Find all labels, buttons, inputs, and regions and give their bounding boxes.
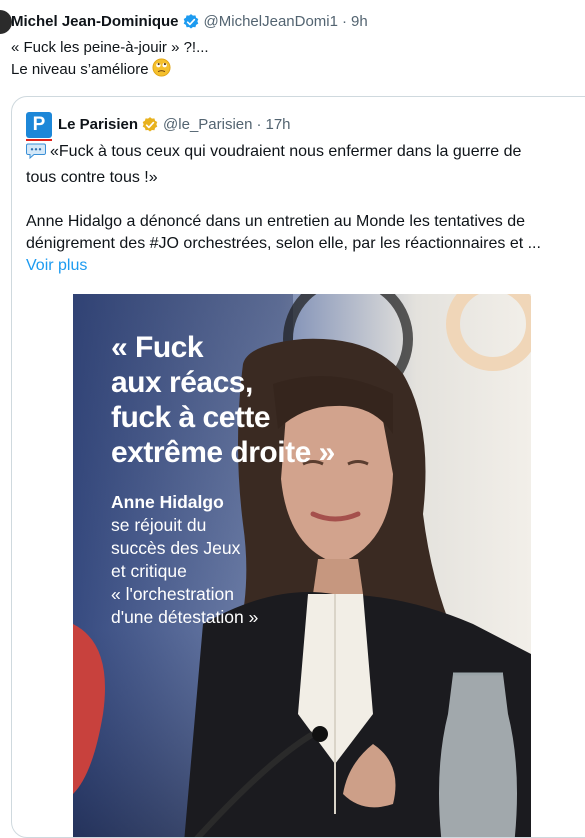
quote-text-line: tous contre tous !» [26, 169, 158, 186]
tweet-timestamp[interactable]: 9h [351, 12, 368, 32]
verified-badge-icon [182, 13, 200, 31]
quote-text-line: Anne Hidalgo a dénoncé dans un entretien… [26, 213, 526, 230]
quote-text-segment: «Fuck à tous ceux qui voudraient nous en… [50, 143, 522, 160]
speech-bubble-icon [26, 142, 46, 167]
tweet-text: « Fuck les peine-à-jouir » ?!... Le nive… [11, 37, 571, 83]
quote-header: P Le Parisien @le_Parisien · 17h [26, 112, 291, 141]
quote-timestamp[interactable]: 17h [265, 115, 290, 135]
separator-dot: · [256, 116, 262, 133]
author-name[interactable]: Michel Jean-Dominique [11, 12, 179, 32]
tweet-text-line: Le niveau s’améliore [11, 58, 571, 83]
image-quote-line: extrême droite » [111, 436, 335, 469]
quote-text: «Fuck à tous ceux qui voudraient nous en… [26, 141, 585, 277]
image-quote-line: « Fuck [111, 331, 204, 364]
image-quote-line: aux réacs, [111, 366, 253, 399]
quote-author-handle[interactable]: @le_Parisien [163, 115, 252, 135]
image-caption-line: « l'orchestration [111, 584, 234, 604]
tweet-header: Michel Jean-Dominique @MichelJeanDomi1 ·… [11, 12, 368, 32]
rolling-eyes-emoji-icon [152, 58, 171, 83]
image-caption-line: Anne Hidalgo [111, 492, 224, 512]
quote-text-line: dénigrement des #JO orchestrées, selon e… [26, 235, 541, 252]
quote-media-image[interactable]: « Fuck aux réacs, fuck à cette extrême d… [73, 294, 531, 837]
image-caption-line: se réjouit du [111, 515, 207, 535]
image-quote-line: fuck à cette [111, 401, 271, 434]
tweet-text-line: « Fuck les peine-à-jouir » ?!... [11, 39, 209, 56]
image-caption-line: d'une détestation » [111, 607, 259, 627]
quote-author-name[interactable]: Le Parisien [58, 115, 138, 135]
quote-text-line: «Fuck à tous ceux qui voudraient nous en… [26, 141, 585, 167]
quoted-tweet-card[interactable]: P Le Parisien @le_Parisien · 17h «Fuck à… [11, 96, 585, 838]
logo-letter: P [32, 114, 46, 135]
le-parisien-logo[interactable]: P [26, 112, 52, 141]
image-caption-line: succès des Jeux [111, 538, 241, 558]
tweet-text-segment: Le niveau s’améliore [11, 61, 149, 78]
image-caption-line: et critique [111, 561, 187, 581]
verified-gold-badge-icon [141, 116, 159, 134]
separator-dot: · [341, 13, 347, 30]
author-handle[interactable]: @MichelJeanDomi1 [204, 12, 338, 32]
see-more-link[interactable]: Voir plus [26, 255, 585, 277]
